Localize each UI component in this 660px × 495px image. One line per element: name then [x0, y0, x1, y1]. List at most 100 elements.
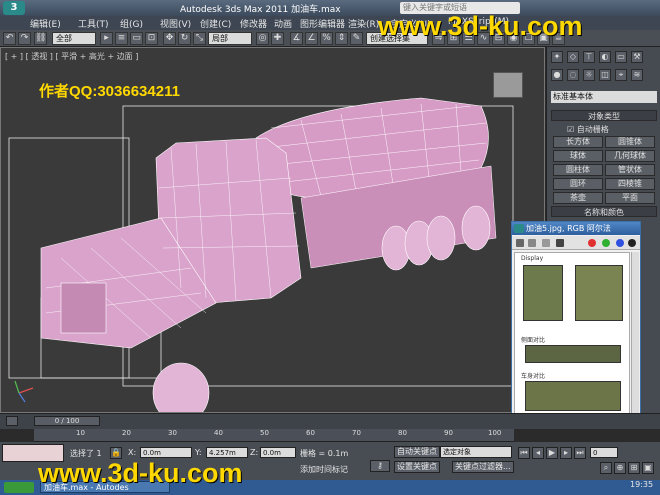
- snap-icon[interactable]: ∡: [290, 32, 303, 45]
- zoom-extents-icon[interactable]: ⊞: [628, 462, 640, 474]
- selection-filter-select[interactable]: 全部: [52, 32, 96, 45]
- selected-object-select[interactable]: 选定对象: [440, 446, 512, 458]
- menu-group[interactable]: 组(G): [120, 17, 143, 30]
- tube-button[interactable]: 管状体: [605, 164, 655, 176]
- y-coordinate-field[interactable]: 4.257m: [206, 447, 248, 458]
- viewport-label[interactable]: [ + ] [ 透视 ] [ 平滑 + 高光 + 边面 ]: [5, 51, 138, 62]
- green-channel-icon[interactable]: [602, 239, 610, 247]
- image-scrollbar[interactable]: [631, 252, 639, 418]
- window-title: Autodesk 3ds Max 2011 加油车.max: [180, 5, 341, 15]
- auto-key-button[interactable]: 自动关键点: [394, 446, 440, 458]
- menu-view[interactable]: 视图(V): [160, 17, 191, 30]
- watermark-bottom: www.3d-ku.com: [38, 458, 243, 488]
- select-object-icon[interactable]: ▸: [100, 32, 113, 45]
- window-crossing-icon[interactable]: ⊡: [145, 32, 158, 45]
- next-frame-icon[interactable]: ▸: [560, 447, 572, 459]
- cone-button[interactable]: 圆锥体: [605, 136, 655, 148]
- move-icon[interactable]: ✥: [163, 32, 176, 45]
- utilities-tab-icon[interactable]: ⚒: [631, 51, 643, 63]
- x-coordinate-field[interactable]: 0.0m: [140, 447, 192, 458]
- menu-modifiers[interactable]: 修改器: [240, 17, 267, 30]
- app-logo-icon[interactable]: 3: [3, 1, 25, 15]
- grille-mesh: [60, 282, 107, 334]
- menu-animation[interactable]: 动画: [274, 17, 292, 30]
- zoom-icon[interactable]: ⌕: [600, 462, 612, 474]
- cylinder-button[interactable]: 圆柱体: [553, 164, 603, 176]
- rect-selection-icon[interactable]: ▭: [130, 32, 143, 45]
- cameras-icon[interactable]: ◫: [599, 69, 611, 81]
- link-icon[interactable]: ⛓: [34, 32, 47, 45]
- pyramid-button[interactable]: 四棱锥: [605, 178, 655, 190]
- tick-label: 50: [260, 429, 269, 437]
- play-icon[interactable]: ▶: [546, 447, 558, 459]
- set-key-button[interactable]: 设置关键点: [394, 461, 440, 473]
- create-tab-icon[interactable]: ✦: [551, 51, 563, 63]
- key-icon[interactable]: ⚷: [370, 460, 390, 472]
- lights-icon[interactable]: ☼: [583, 69, 595, 81]
- redo-icon[interactable]: ↷: [18, 32, 31, 45]
- add-time-tag[interactable]: 添加时间标记: [300, 464, 348, 475]
- object-type-rollout[interactable]: 对象类型: [551, 110, 657, 121]
- category-select[interactable]: 标准基本体: [551, 91, 657, 103]
- key-filters-button[interactable]: 关键点过滤器...: [452, 461, 514, 473]
- menu-graph-editors[interactable]: 图形编辑器: [300, 17, 345, 30]
- tick-label: 20: [122, 429, 131, 437]
- start-button[interactable]: [4, 482, 34, 493]
- go-to-end-icon[interactable]: ⏭: [574, 447, 586, 459]
- spinner-snap-icon[interactable]: ⇕: [335, 32, 348, 45]
- menu-tools[interactable]: 工具(T): [78, 17, 109, 30]
- save-image-icon[interactable]: [516, 239, 524, 247]
- named-selection-icon[interactable]: ✎: [350, 32, 363, 45]
- modify-tab-icon[interactable]: ◇: [567, 51, 579, 63]
- time-slider[interactable]: 0 / 100: [34, 416, 100, 426]
- mini-listener-icon[interactable]: [6, 416, 18, 426]
- angle-snap-icon[interactable]: ∠: [305, 32, 318, 45]
- percent-snap-icon[interactable]: %: [320, 32, 333, 45]
- geosphere-button[interactable]: 几何球体: [605, 150, 655, 162]
- spacewarps-icon[interactable]: ≋: [631, 69, 643, 81]
- image-viewer-window[interactable]: 加油5.jpg, RGB 阿尔法 Display 侧面对比 车身对比: [511, 221, 641, 421]
- zoom-all-icon[interactable]: ⊕: [614, 462, 626, 474]
- shapes-icon[interactable]: ◌: [567, 69, 579, 81]
- hierarchy-tab-icon[interactable]: ⊤: [583, 51, 595, 63]
- viewcube-icon[interactable]: [493, 72, 523, 98]
- manipulate-icon[interactable]: ✚: [271, 32, 284, 45]
- go-to-start-icon[interactable]: ⏮: [518, 447, 530, 459]
- z-coordinate-field[interactable]: 0.0m: [260, 447, 296, 458]
- clone-image-icon[interactable]: [542, 239, 550, 247]
- select-by-name-icon[interactable]: ≡: [115, 32, 128, 45]
- image-window-toolbar: [512, 236, 640, 250]
- name-color-rollout[interactable]: 名称和颜色: [551, 206, 657, 217]
- current-frame-field[interactable]: 0: [590, 447, 618, 458]
- scale-icon[interactable]: ⤡: [193, 32, 206, 45]
- truck-rear-photo: [575, 265, 623, 321]
- menu-create[interactable]: 创建(C): [200, 17, 231, 30]
- geometry-icon[interactable]: ●: [551, 69, 563, 81]
- clear-image-icon[interactable]: [556, 239, 564, 247]
- red-channel-icon[interactable]: [588, 239, 596, 247]
- maximize-viewport-icon[interactable]: ▣: [642, 462, 654, 474]
- alpha-channel-icon[interactable]: [628, 239, 636, 247]
- track-bar[interactable]: 10 20 30 40 50 60 70 80 90 100: [34, 429, 514, 442]
- display-tab-icon[interactable]: ▭: [615, 51, 627, 63]
- menu-rendering[interactable]: 渲染(R): [348, 17, 379, 30]
- helpers-icon[interactable]: ⌖: [615, 69, 627, 81]
- copy-image-icon[interactable]: [528, 239, 536, 247]
- perspective-viewport[interactable]: [ + ] [ 透视 ] [ 平滑 + 高光 + 边面 ] 作者QQ:30366…: [0, 47, 545, 413]
- torus-button[interactable]: 圆环: [553, 178, 603, 190]
- rotate-icon[interactable]: ↻: [178, 32, 191, 45]
- blue-channel-icon[interactable]: [616, 239, 624, 247]
- previous-frame-icon[interactable]: ◂: [532, 447, 544, 459]
- reference-coord-select[interactable]: 局部: [208, 32, 252, 45]
- plane-button[interactable]: 平面: [605, 192, 655, 204]
- pivot-icon[interactable]: ◎: [256, 32, 269, 45]
- teapot-button[interactable]: 茶壶: [553, 192, 603, 204]
- image-window-title[interactable]: 加油5.jpg, RGB 阿尔法: [512, 222, 640, 235]
- sphere-button[interactable]: 球体: [553, 150, 603, 162]
- undo-icon[interactable]: ↶: [3, 32, 16, 45]
- box-button[interactable]: 长方体: [553, 136, 603, 148]
- menu-edit[interactable]: 编辑(E): [30, 17, 61, 30]
- auto-grid-checkbox[interactable]: ☑ 自动栅格: [567, 124, 609, 135]
- motion-tab-icon[interactable]: ◐: [599, 51, 611, 63]
- z-label: Z:: [250, 448, 259, 457]
